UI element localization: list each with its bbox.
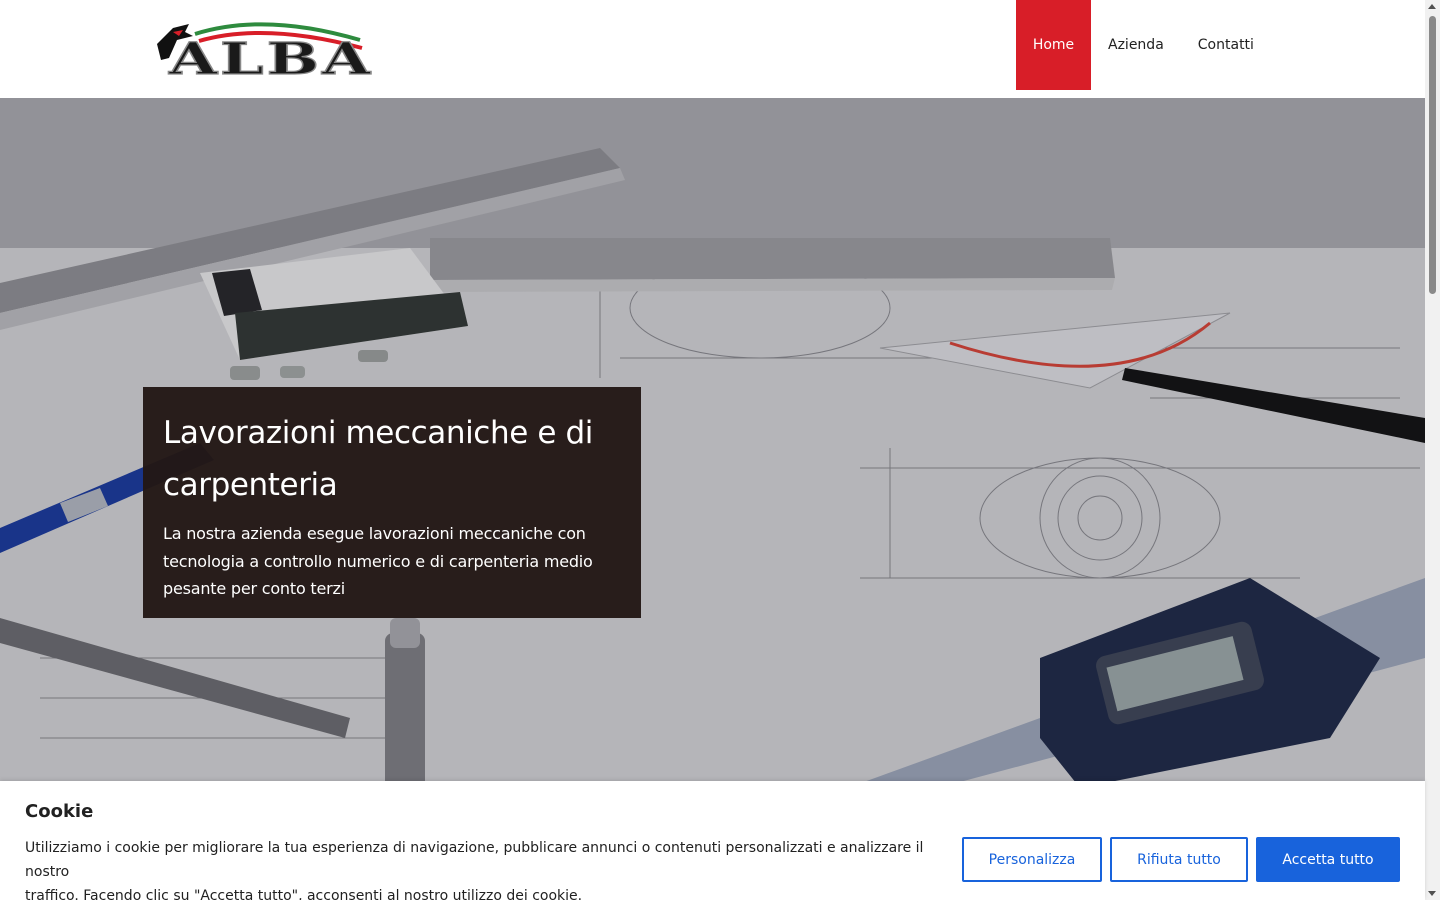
main-nav: Home Azienda Contatti [1016, 0, 1271, 90]
logo-text: ALBA [168, 34, 373, 78]
cookie-text-line-1: Utilizziamo i cookie per migliorare la t… [25, 840, 924, 880]
hero-title: Lavorazioni meccaniche e di carpenteria [163, 407, 621, 511]
scroll-down-arrow-icon[interactable] [1428, 891, 1436, 896]
site-logo[interactable]: ALBA [155, 18, 375, 86]
site-header: ALBA Home Azienda Contatti [0, 0, 1425, 98]
cookie-title: Cookie [25, 801, 94, 822]
hero-section: Lavorazioni meccaniche e di carpenteria … [0, 98, 1425, 798]
cookie-accept-button[interactable]: Accetta tutto [1256, 837, 1400, 882]
hero-description: La nostra azienda esegue lavorazioni mec… [163, 520, 621, 603]
cookie-customize-button[interactable]: Personalizza [962, 837, 1102, 882]
hero-title-line-2: carpenteria [163, 467, 338, 503]
cookie-reject-button[interactable]: Rifiuta tutto [1110, 837, 1248, 882]
hero-title-line-1: Lavorazioni meccaniche e di [163, 415, 593, 451]
nav-item-contatti[interactable]: Contatti [1181, 0, 1271, 90]
alba-logo-icon: ALBA [157, 22, 373, 86]
hero-text-line-1: La nostra azienda esegue lavorazioni mec… [163, 524, 586, 543]
nav-item-home[interactable]: Home [1016, 0, 1091, 90]
scrollbar-thumb[interactable] [1429, 16, 1436, 294]
nav-item-azienda[interactable]: Azienda [1091, 0, 1181, 90]
hero-text-line-2: tecnologia a controllo numerico e di car… [163, 551, 593, 571]
cookie-text: Utilizziamo i cookie per migliorare la t… [25, 836, 925, 900]
page-scrollbar[interactable] [1425, 0, 1440, 900]
scroll-up-arrow-icon[interactable] [1428, 4, 1436, 9]
hero-caption-box: Lavorazioni meccaniche e di carpenteria … [143, 387, 641, 618]
cookie-text-line-2: traffico. Facendo clic su "Accetta tutto… [25, 888, 583, 900]
hero-text-line-3: pesante per conto terzi [163, 579, 345, 598]
cookie-banner: Cookie Utilizziamo i cookie per migliora… [0, 781, 1425, 900]
